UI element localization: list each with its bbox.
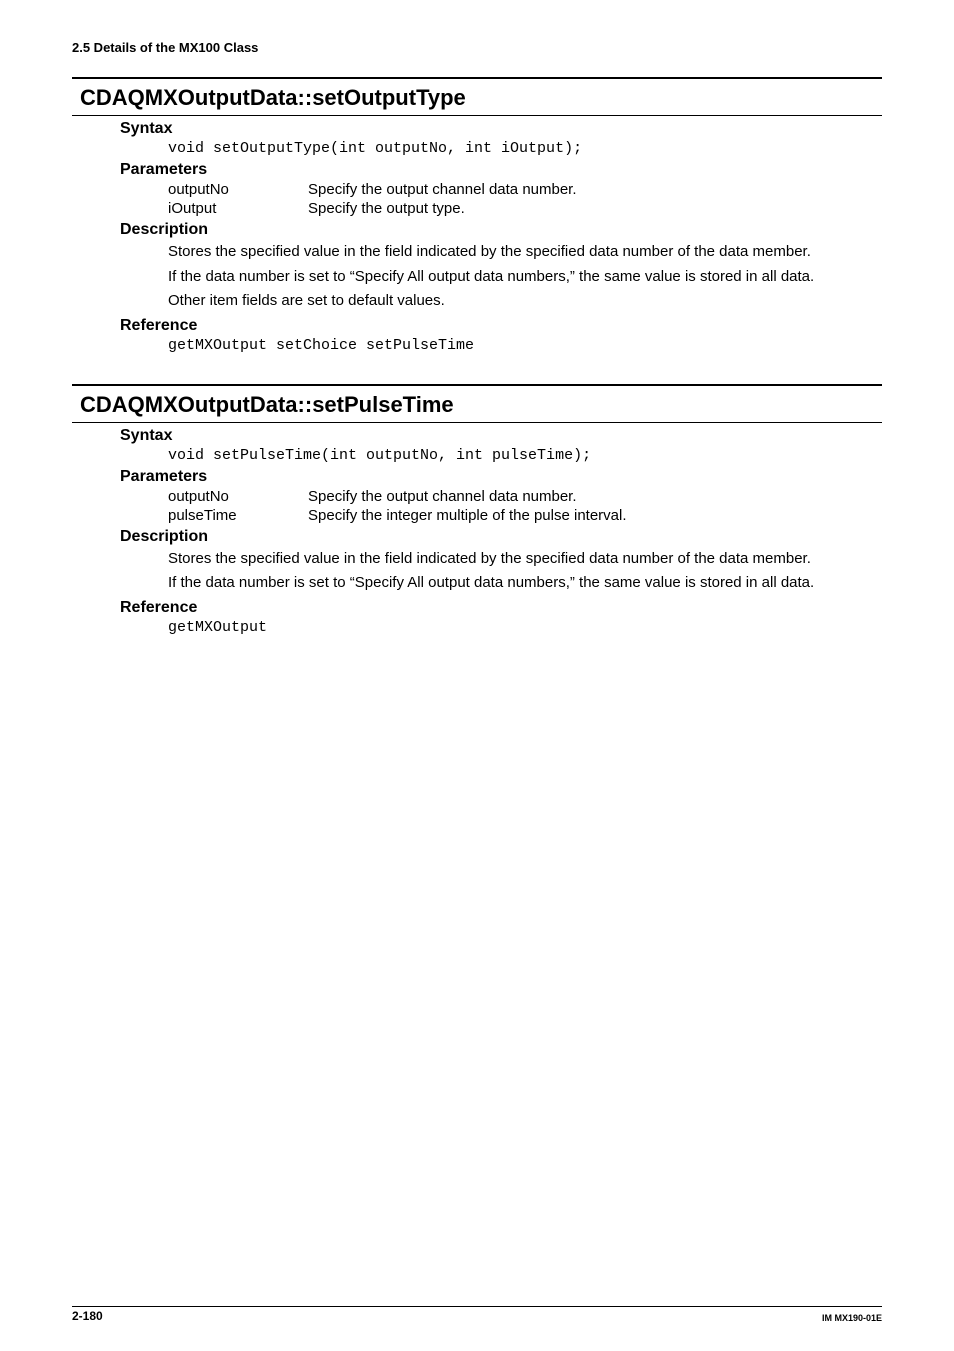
section-header: 2.5 Details of the MX100 Class	[72, 40, 882, 55]
syntax-code: void setPulseTime(int outputNo, int puls…	[168, 447, 882, 464]
divider	[72, 77, 882, 79]
reference-code: getMXOutput setChoice setPulseTime	[168, 337, 882, 354]
reference-code: getMXOutput	[168, 619, 882, 636]
entry-title: CDAQMXOutputData::setOutputType	[80, 83, 882, 111]
description-text: Other item fields are set to default val…	[168, 290, 882, 313]
page-footer: 2-180 IM MX190-01E	[72, 1306, 882, 1323]
param-name: pulseTime	[168, 507, 308, 524]
description-text: If the data number is set to “Specify Al…	[168, 266, 882, 289]
param-row: outputNo Specify the output channel data…	[168, 488, 882, 505]
param-row: pulseTime Specify the integer multiple o…	[168, 507, 882, 524]
description-heading: Description	[120, 221, 882, 239]
description-text: Stores the specified value in the field …	[168, 548, 882, 571]
syntax-code: void setOutputType(int outputNo, int iOu…	[168, 140, 882, 157]
param-name: iOutput	[168, 200, 308, 217]
reference-heading: Reference	[120, 599, 882, 617]
reference-heading: Reference	[120, 317, 882, 335]
param-desc: Specify the integer multiple of the puls…	[308, 507, 882, 524]
divider	[72, 115, 882, 116]
entry-title: CDAQMXOutputData::setPulseTime	[80, 390, 882, 418]
param-desc: Specify the output type.	[308, 200, 882, 217]
param-row: iOutput Specify the output type.	[168, 200, 882, 217]
param-desc: Specify the output channel data number.	[308, 181, 882, 198]
param-name: outputNo	[168, 181, 308, 198]
param-row: outputNo Specify the output channel data…	[168, 181, 882, 198]
syntax-heading: Syntax	[120, 120, 882, 138]
description-heading: Description	[120, 528, 882, 546]
description-text: Stores the specified value in the field …	[168, 241, 882, 264]
param-name: outputNo	[168, 488, 308, 505]
parameters-heading: Parameters	[120, 161, 882, 179]
syntax-heading: Syntax	[120, 427, 882, 445]
description-text: If the data number is set to “Specify Al…	[168, 572, 882, 595]
divider	[72, 384, 882, 386]
doc-id: IM MX190-01E	[822, 1313, 882, 1323]
divider	[72, 422, 882, 423]
param-desc: Specify the output channel data number.	[308, 488, 882, 505]
page-number: 2-180	[72, 1309, 103, 1323]
parameters-heading: Parameters	[120, 468, 882, 486]
